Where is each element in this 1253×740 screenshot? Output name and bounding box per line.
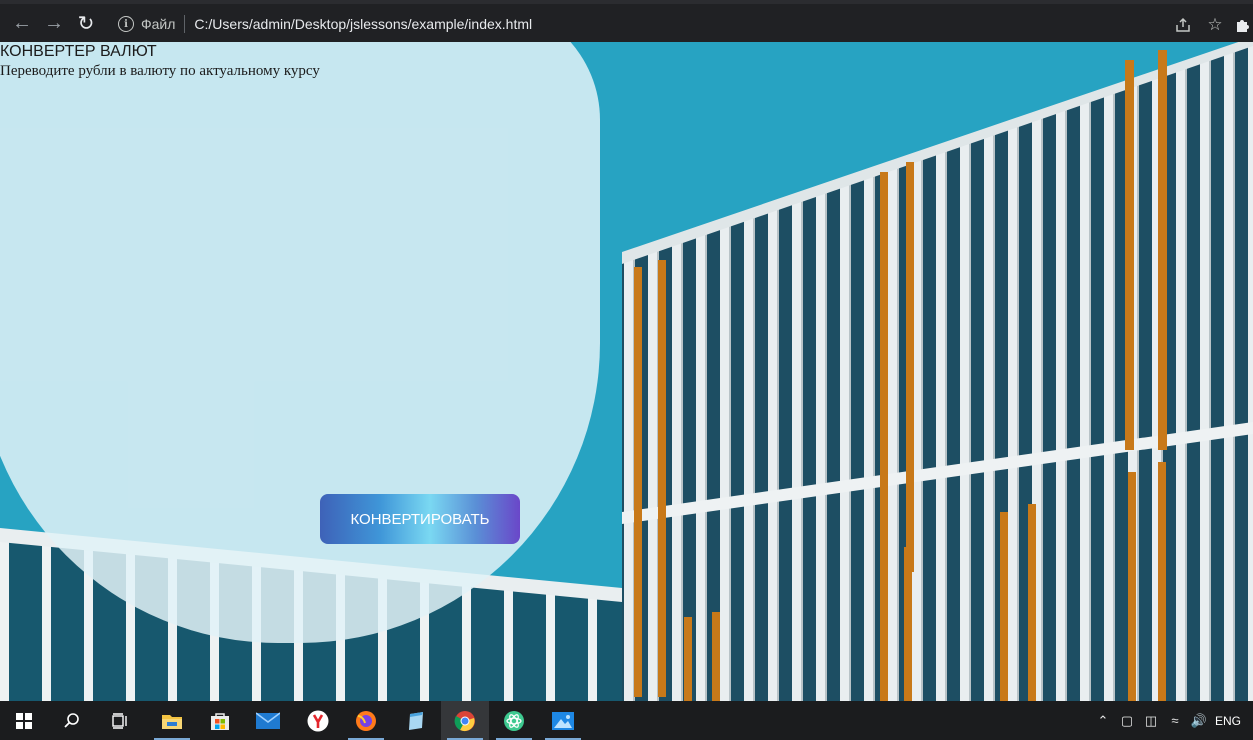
info-icon[interactable]: i: [118, 16, 134, 32]
arrow-left-icon[interactable]: ←: [6, 7, 38, 39]
microsoft-store-icon[interactable]: [196, 701, 244, 740]
arrow-right-icon[interactable]: →: [38, 7, 70, 39]
system-tray: ⌃ ▢ ◫ ≈ 🔊 ENG: [1091, 701, 1253, 740]
battery-icon[interactable]: ◫: [1139, 713, 1163, 729]
star-icon[interactable]: ☆: [1199, 9, 1231, 41]
page-subtitle: Переводите рубли в валюту по актуальному…: [0, 63, 320, 79]
convert-button[interactable]: КОНВЕРТИРОВАТЬ: [320, 494, 520, 544]
windows-taskbar: ⌃ ▢ ◫ ≈ 🔊 ENG: [0, 701, 1253, 740]
wifi-icon[interactable]: ≈: [1163, 713, 1187, 728]
meet-now-icon[interactable]: ▢: [1115, 713, 1139, 729]
search-icon[interactable]: [48, 701, 96, 740]
language-indicator[interactable]: ENG: [1215, 714, 1241, 728]
atom-icon[interactable]: [490, 701, 538, 740]
share-icon[interactable]: [1167, 9, 1199, 41]
volume-icon[interactable]: 🔊: [1187, 713, 1211, 729]
address-separator: [184, 15, 186, 33]
address-bar[interactable]: i Файл C:/Users/admin/Desktop/jslessons/…: [108, 10, 1158, 38]
task-view-icon[interactable]: [96, 701, 144, 740]
url-text[interactable]: C:/Users/admin/Desktop/jslessons/example…: [194, 16, 532, 32]
notepad-icon[interactable]: [392, 701, 440, 740]
photos-icon[interactable]: [539, 701, 587, 740]
firefox-icon[interactable]: [342, 701, 390, 740]
chrome-icon[interactable]: [441, 701, 489, 740]
page-title: КОНВЕРТЕР ВАЛЮТ: [0, 43, 157, 60]
browser-toolbar: ← → ↻ i Файл C:/Users/admin/Desktop/jsle…: [0, 0, 1253, 42]
reload-icon[interactable]: ↻: [70, 7, 102, 39]
start-icon[interactable]: [0, 701, 48, 740]
converter-card: [0, 42, 600, 643]
mail-icon[interactable]: [244, 701, 292, 740]
page-viewport: КОНВЕРТЕР ВАЛЮТ Переводите рубли в валют…: [0, 42, 1253, 701]
file-explorer-icon[interactable]: [148, 701, 196, 740]
puzzle-icon[interactable]: [1231, 9, 1253, 41]
yandex-browser-icon[interactable]: [294, 701, 342, 740]
chevron-up-icon[interactable]: ⌃: [1091, 713, 1115, 729]
file-label: Файл: [141, 16, 176, 32]
